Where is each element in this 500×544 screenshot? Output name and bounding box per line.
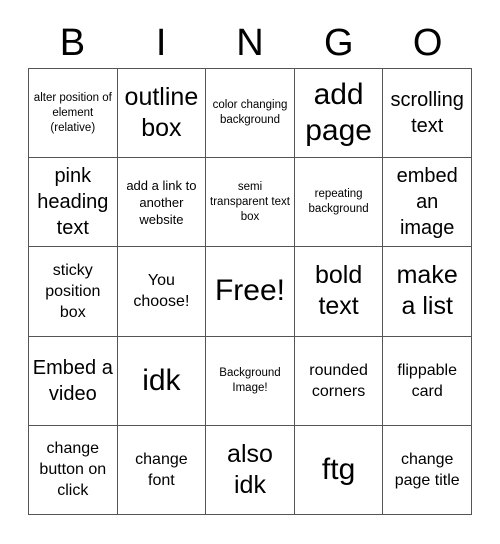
bingo-header-letter-b: B [59,22,86,64]
bingo-square-label: change page title [394,450,460,489]
bingo-header-letter-g: G [324,22,354,64]
bingo-square-label: add page [305,78,372,148]
bingo-header-letter-n: N [236,22,264,64]
bingo-square-label: embed an image [396,165,458,240]
bingo-square[interactable]: semi transparent text box [206,158,295,248]
bingo-square[interactable]: sticky position box [29,247,118,337]
bingo-square-label: alter position of element (relative) [33,91,112,134]
bingo-square-label: Background Image! [219,366,281,394]
bingo-square-label: change font [135,450,188,489]
bingo-header-letter-i: I [155,22,167,64]
bingo-square-label: bold text [314,261,363,321]
bingo-square[interactable]: pink heading text [29,158,118,248]
bingo-square[interactable]: add page [294,69,384,159]
bingo-square[interactable]: color changing background [206,69,295,159]
bingo-square[interactable]: change font [117,425,207,515]
bingo-square[interactable]: change page title [383,425,472,515]
bingo-square-label: sticky position box [45,261,101,321]
bingo-square-label: You choose! [133,272,190,311]
bingo-square-label: idk [142,363,181,397]
bingo-card: B I N G O alter position of element (rel… [0,0,500,544]
bingo-square[interactable]: ftg [294,425,384,515]
bingo-square-label: make a list [396,261,458,321]
bingo-square[interactable]: also idk [206,425,295,515]
bingo-square-label: color changing background [212,99,288,127]
bingo-free-space[interactable]: Free! [206,247,295,337]
bingo-square-label: add a link to another website [126,177,197,227]
bingo-square[interactable]: make a list [383,247,472,337]
bingo-square[interactable]: embed an image [383,158,472,248]
bingo-header: B I N G O [28,18,472,68]
bingo-square[interactable]: You choose! [117,247,207,337]
bingo-square[interactable]: flippable card [383,336,472,426]
bingo-square[interactable]: alter position of element (relative) [29,69,118,159]
bingo-square-label: rounded corners [309,361,368,400]
bingo-square[interactable]: rounded corners [294,336,384,426]
bingo-square[interactable]: outline box [117,69,207,159]
bingo-square-label: pink heading text [37,165,109,240]
bingo-square[interactable]: Background Image! [206,336,295,426]
bingo-square-label: Embed a video [32,356,113,405]
bingo-grid: alter position of element (relative) outl… [28,68,472,515]
bingo-header-letter-o: O [412,22,443,64]
bingo-square[interactable]: idk [117,336,207,426]
bingo-square[interactable]: change button on click [29,425,118,515]
bingo-square[interactable]: Embed a video [29,336,118,426]
bingo-square-label: also idk [227,439,273,499]
bingo-square-label: scrolling text [390,89,464,138]
bingo-square-label: Free! [214,274,285,308]
bingo-square-label: ftg [321,452,356,486]
bingo-square[interactable]: bold text [294,247,384,337]
bingo-square[interactable]: scrolling text [383,69,472,159]
bingo-square-label: outline box [124,83,199,143]
bingo-square[interactable]: add a link to another website [117,158,207,248]
bingo-square-label: semi transparent text box [210,180,290,223]
bingo-square[interactable]: repeating background [294,158,384,248]
bingo-square-label: change button on click [39,440,107,500]
bingo-square-label: repeating background [308,188,369,216]
bingo-square-label: flippable card [397,361,457,400]
